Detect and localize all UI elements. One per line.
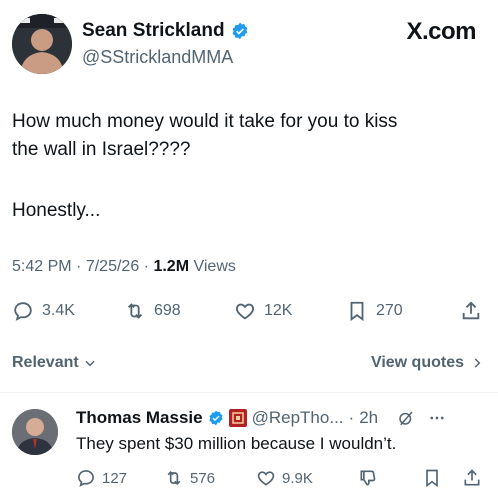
reply-dislike-button[interactable]	[358, 468, 378, 488]
reply-count: 3.4K	[42, 302, 75, 319]
tweet-text-line: the wall in Israel????	[12, 139, 191, 160]
thumbs-down-icon	[360, 470, 376, 486]
separator: ·	[76, 258, 82, 275]
reply-actions: 127 576 9.9K	[76, 468, 486, 490]
separator: ·	[348, 408, 355, 427]
repost-icon	[127, 303, 143, 319]
grok-icon[interactable]	[397, 409, 415, 427]
repost-count: 698	[154, 302, 181, 319]
reply-repost-button[interactable]: 576	[164, 468, 215, 488]
reply-author-handle[interactable]: @RepTho...	[252, 408, 344, 428]
reply-icon	[14, 302, 32, 321]
divider	[0, 392, 498, 393]
reply-like-count: 9.9K	[282, 469, 313, 487]
reply-avatar[interactable]	[12, 409, 58, 455]
author-name[interactable]: Sean Strickland	[82, 20, 249, 42]
views-label: Views	[193, 258, 236, 275]
like-count: 12K	[264, 302, 293, 319]
reply-bookmark-button[interactable]	[422, 468, 442, 488]
tweet-text-line: Honestly...	[12, 200, 101, 221]
avatar[interactable]	[12, 14, 72, 74]
share-icon	[464, 469, 480, 486]
verified-badge-icon	[209, 410, 223, 426]
bookmark-button[interactable]: 270	[346, 300, 403, 322]
reply-reply-count: 127	[102, 469, 128, 487]
chevron-right-icon	[474, 358, 481, 368]
reply-header: Thomas Massie @RepTho... · 2h	[76, 408, 446, 428]
reply-text: They spent $30 million because I wouldn’…	[76, 434, 397, 453]
views-count: 1.2M	[153, 258, 190, 275]
tweet-text-line: How much money would it take for you to …	[12, 111, 398, 132]
share-button[interactable]	[460, 300, 482, 322]
bookmark-icon	[350, 301, 364, 322]
tweet-text: How much money would it take for you to …	[12, 108, 482, 164]
reply-share-button[interactable]	[462, 468, 482, 488]
site-logo-text: X.com	[406, 18, 476, 45]
repost-button[interactable]: 698	[124, 300, 181, 322]
view-quotes-link[interactable]: View quotes	[371, 354, 484, 372]
bookmark-count: 270	[376, 302, 403, 319]
verified-badge-icon	[231, 22, 249, 40]
bookmark-icon	[426, 469, 438, 488]
tweet-date[interactable]: 7/25/26	[86, 258, 139, 275]
reply-author-name[interactable]: Thomas Massie	[76, 408, 203, 428]
separator: ·	[143, 258, 149, 275]
affiliate-badge-icon	[228, 409, 247, 427]
repost-icon	[167, 470, 181, 486]
share-icon	[462, 301, 480, 320]
heart-icon	[235, 303, 255, 320]
author-display-name[interactable]: Sean Strickland	[82, 20, 225, 42]
reply-sort-label: Relevant	[12, 354, 79, 371]
reply-button[interactable]: 3.4K	[12, 300, 75, 322]
more-options-icon[interactable]	[428, 409, 446, 427]
reply-repost-count: 576	[190, 469, 216, 487]
chevron-down-icon	[85, 360, 95, 367]
reply-icon	[78, 470, 94, 487]
like-button[interactable]: 12K	[234, 300, 292, 322]
view-quotes-label: View quotes	[370, 354, 464, 371]
tweet-time[interactable]: 5:42 PM	[12, 258, 72, 275]
reply-sort-dropdown[interactable]: Relevant	[12, 354, 97, 372]
reply-like-button[interactable]: 9.9K	[256, 468, 313, 488]
tweet-actions: 3.4K 698 12K 270	[12, 300, 486, 326]
heart-icon	[257, 471, 275, 486]
reply-reply-button[interactable]: 127	[76, 468, 127, 488]
reply-time[interactable]: 2h	[359, 408, 378, 428]
author-handle[interactable]: @SStricklandMMA	[82, 47, 233, 68]
tweet-meta: 5:42 PM · 7/25/26 · 1.2M Views	[12, 258, 236, 276]
